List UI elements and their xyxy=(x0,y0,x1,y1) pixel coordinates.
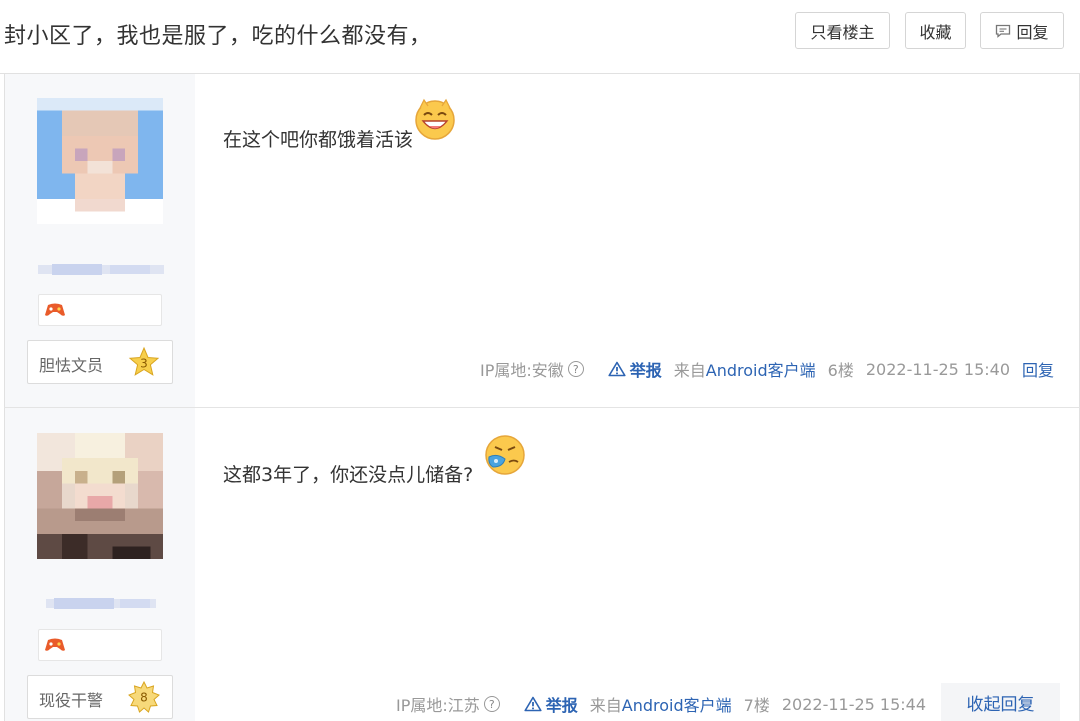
report-button[interactable]: 举报 xyxy=(524,692,578,716)
post-content: 在这个吧你都饿着活该 xyxy=(223,98,457,152)
warning-icon xyxy=(524,696,542,712)
level-star-icon: 3 xyxy=(128,346,160,376)
post-text: 这都3年了，你还没点儿储备? xyxy=(223,464,474,486)
report-button[interactable]: 举报 xyxy=(608,357,662,381)
post-floor-7: 现役干警 8 这都3年了，你还没点儿储备? IP属地:江苏 ? 举报 来自 An… xyxy=(4,408,1080,721)
post-text: 在这个吧你都饿着活该 xyxy=(223,129,414,151)
reply-thread-button[interactable]: 回复 xyxy=(980,12,1064,49)
game-controller-icon xyxy=(45,638,65,651)
source-prefix: 来自 xyxy=(673,361,706,380)
avatar[interactable] xyxy=(37,98,163,224)
blurred-name-image xyxy=(38,264,164,275)
avatar-image xyxy=(37,433,163,559)
game-controller-icon xyxy=(45,303,65,316)
blurred-name-image xyxy=(46,598,156,609)
medal-badge[interactable] xyxy=(38,629,162,661)
only-op-button[interactable]: 只看楼主 xyxy=(795,12,890,49)
level-badge-icon: 8 xyxy=(128,681,160,713)
post-meta: IP属地:安徽 ? 举报 来自 Android客户端 6楼 2022-11-25 … xyxy=(480,357,1054,381)
ip-location: IP属地:江苏 xyxy=(396,696,480,715)
source-client-link[interactable]: Android客户端 xyxy=(622,692,732,716)
username-blurred[interactable] xyxy=(38,595,164,609)
user-sidebar: 胆怯文员 3 xyxy=(5,74,195,407)
post-meta: IP属地:江苏 ? 举报 来自 Android客户端 7楼 2022-11-25 … xyxy=(396,692,926,716)
medal-badge[interactable] xyxy=(38,294,162,326)
thread-title: 封小区了，我也是服了，吃的什么都没有， xyxy=(4,24,432,49)
reply-link[interactable]: 回复 xyxy=(1022,357,1054,381)
user-sidebar: 现役干警 8 xyxy=(5,408,195,721)
favorite-button[interactable]: 收藏 xyxy=(905,12,966,49)
help-icon[interactable]: ? xyxy=(483,696,500,712)
level-badge[interactable]: 现役干警 8 xyxy=(27,675,173,719)
username-blurred[interactable] xyxy=(38,261,164,275)
reply-thread-label: 回复 xyxy=(1016,22,1049,42)
avatar[interactable] xyxy=(37,433,163,559)
source-prefix: 来自 xyxy=(589,696,622,715)
help-icon[interactable]: ? xyxy=(567,361,584,377)
warning-icon xyxy=(608,361,626,377)
collapse-replies-button[interactable]: 收起回复 xyxy=(941,683,1060,721)
floor-number: 6楼 xyxy=(827,361,854,380)
level-number: 8 xyxy=(140,691,148,705)
post-time: 2022-11-25 15:44 xyxy=(781,694,927,714)
source-client-link[interactable]: Android客户端 xyxy=(706,357,816,381)
post-time: 2022-11-25 15:40 xyxy=(865,359,1011,379)
level-number: 3 xyxy=(140,357,148,371)
comment-icon xyxy=(996,24,1011,38)
level-title: 现役干警 xyxy=(39,691,104,710)
laughing-cat-emoji-icon xyxy=(415,98,455,140)
post-content: 这都3年了，你还没点儿储备? xyxy=(223,433,527,487)
floor-number: 7楼 xyxy=(743,696,770,715)
report-label: 举报 xyxy=(629,361,662,380)
level-title: 胆怯文员 xyxy=(39,356,104,375)
sneezing-face-emoji-icon xyxy=(485,435,525,475)
thread-header: 封小区了，我也是服了，吃的什么都没有， 只看楼主 收藏 回复 xyxy=(0,0,1080,74)
ip-location: IP属地:安徽 xyxy=(480,361,564,380)
level-badge[interactable]: 胆怯文员 3 xyxy=(27,340,173,384)
post-floor-6: 胆怯文员 3 在这个吧你都饿着活该 IP属地:安徽 ? 举报 来自 Androi… xyxy=(4,74,1080,408)
avatar-image xyxy=(37,98,163,224)
report-label: 举报 xyxy=(545,696,578,715)
